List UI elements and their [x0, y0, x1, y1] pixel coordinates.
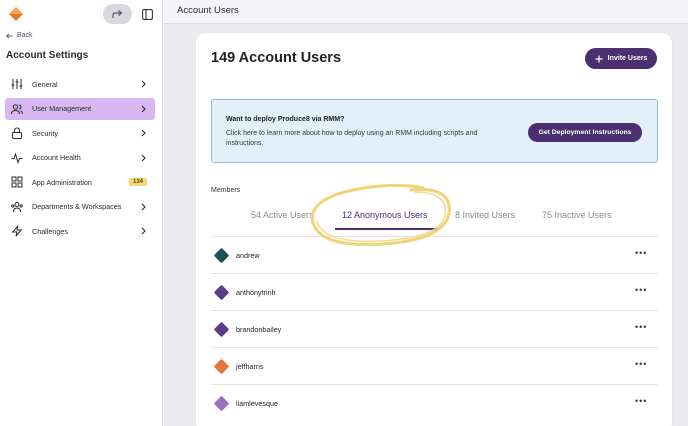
tab-anonymous-users[interactable]: 12 Anonymous Users: [342, 210, 428, 220]
account-users-card: 149 Account Users Invite Users Want to d…: [196, 33, 672, 426]
user-row[interactable]: andrew •••: [211, 237, 658, 274]
settings-nav: General User Management Security Account…: [5, 73, 155, 245]
page-title: Account Users: [177, 5, 239, 16]
members-label: Members: [211, 187, 241, 194]
banner-text: Click here to learn more about how to de…: [226, 130, 478, 147]
sidebar-item-label: Security: [32, 128, 58, 138]
more-options-icon[interactable]: •••: [635, 248, 647, 258]
more-options-icon[interactable]: •••: [635, 285, 647, 295]
sidebar-item-label: Account Health: [32, 153, 81, 162]
user-row[interactable]: anthonytrinh •••: [211, 274, 658, 311]
chevron-right-icon: [140, 80, 147, 88]
sidebar: Back Account Settings General User Manag…: [0, 0, 163, 426]
user-row[interactable]: liamlevesque •••: [211, 385, 658, 422]
forward-button[interactable]: [103, 4, 132, 24]
active-tab-indicator: [335, 228, 440, 230]
sidebar-item-label: Departments & Workspaces: [32, 202, 122, 211]
avatar: [213, 321, 230, 338]
sidebar-panel-icon: [141, 8, 153, 20]
rmm-deploy-banner[interactable]: Want to deploy Produce8 via RMM? Click h…: [211, 99, 658, 163]
username: jeffharris: [236, 362, 264, 371]
sliders-icon: [11, 78, 23, 90]
sidebar-item-label: User Management: [32, 104, 92, 113]
sidebar-item-label: Challenges: [32, 226, 68, 236]
sidebar-item-app-administration[interactable]: App Administration 134: [5, 171, 155, 193]
sidebar-item-security[interactable]: Security: [5, 122, 155, 144]
invite-users-label: Invite Users: [607, 55, 648, 62]
back-link[interactable]: Back: [6, 32, 33, 39]
tab-invited-users[interactable]: 8 Invited Users: [455, 210, 515, 220]
avatar: [213, 284, 230, 301]
bolt-icon: [11, 225, 23, 237]
forward-arrow-icon: [112, 9, 123, 18]
users-icon: [11, 103, 23, 115]
username: liamlevesque: [236, 399, 278, 408]
member-tabs: 54 Active Users 12 Anonymous Users 8 Inv…: [211, 183, 658, 247]
team-icon: [11, 201, 23, 213]
chevron-right-icon: [140, 154, 147, 161]
lock-icon: [11, 127, 23, 139]
grid-icon: [11, 176, 23, 188]
app-count-badge: 134: [128, 178, 147, 186]
sidebar-item-departments-workspaces[interactable]: Departments & Workspaces: [5, 196, 155, 218]
chevron-right-icon: [140, 227, 147, 235]
back-label: Back: [17, 32, 33, 39]
chevron-right-icon: [140, 105, 147, 112]
sidebar-item-user-management[interactable]: User Management: [5, 97, 155, 120]
sidebar-item-challenges[interactable]: Challenges: [5, 220, 155, 242]
tab-active-users[interactable]: 54 Active Users: [251, 210, 314, 220]
username: brandonbailey: [236, 325, 282, 334]
more-options-icon[interactable]: •••: [635, 359, 647, 369]
invite-users-button[interactable]: Invite Users: [585, 48, 657, 69]
toggle-sidebar-button[interactable]: [139, 6, 155, 22]
user-row[interactable]: brandonbailey •••: [211, 311, 658, 348]
get-deployment-instructions-button[interactable]: Get Deployment Instructions: [528, 123, 642, 142]
produce8-logo-icon: [9, 7, 23, 21]
avatar: [213, 247, 230, 264]
avatar: [213, 358, 230, 375]
page-header: Account Users: [163, 0, 688, 24]
avatar: [213, 395, 230, 412]
arrow-left-icon: [6, 32, 13, 39]
pulse-icon: [11, 151, 23, 164]
chevron-right-icon: [140, 129, 147, 137]
plus-icon: [595, 55, 603, 62]
more-options-icon[interactable]: •••: [635, 322, 647, 332]
more-options-icon[interactable]: •••: [635, 396, 647, 406]
banner-title: Want to deploy Produce8 via RMM?: [226, 116, 345, 123]
sidebar-item-general[interactable]: General: [5, 73, 155, 95]
account-settings-title: Account Settings: [6, 50, 89, 61]
chevron-right-icon: [140, 203, 147, 210]
sidebar-item-label: General: [32, 79, 58, 89]
sidebar-item-account-health[interactable]: Account Health: [5, 147, 155, 169]
sidebar-item-label: App Administration: [32, 177, 92, 187]
username: andrew: [236, 251, 260, 260]
users-count-title: 149 Account Users: [211, 50, 342, 66]
username: anthonytrinh: [236, 288, 276, 297]
user-row[interactable]: jeffharris •••: [211, 348, 658, 385]
tab-inactive-users[interactable]: 75 Inactive Users: [542, 210, 612, 220]
